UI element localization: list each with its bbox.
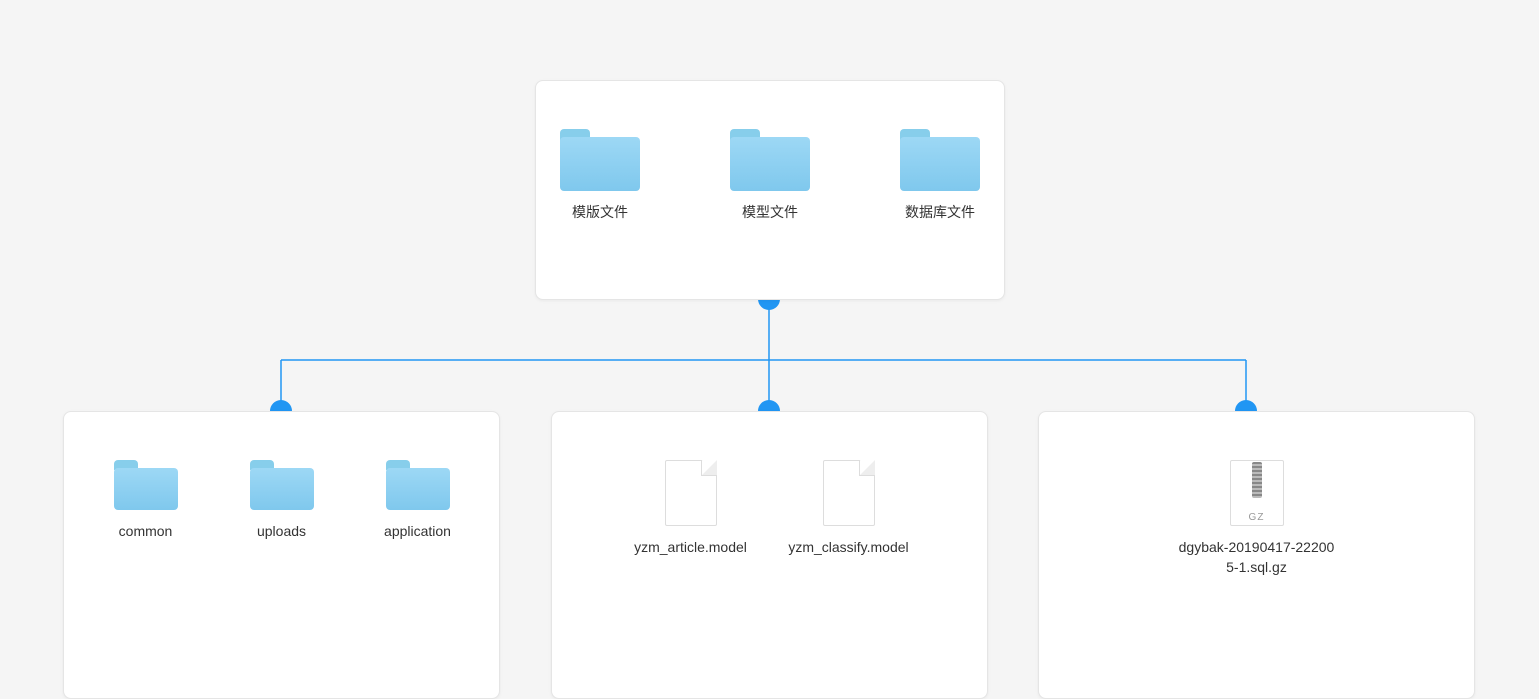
folder-item[interactable]: 模型文件 — [715, 129, 825, 223]
file-icon — [665, 460, 717, 526]
child-card-2: yzm_article.model yzm_classify.model — [551, 411, 988, 699]
folder-icon — [114, 460, 178, 510]
folder-icon — [386, 460, 450, 510]
folder-label: common — [119, 522, 173, 542]
file-item[interactable]: yzm_article.model — [626, 460, 756, 558]
child-row: GZ dgybak-20190417-222005-1.sql.gz — [1177, 460, 1337, 577]
folder-icon — [900, 129, 980, 191]
folder-item[interactable]: 模版文件 — [545, 129, 655, 223]
folder-label: 数据库文件 — [905, 203, 975, 223]
folder-label: uploads — [257, 522, 306, 542]
file-label: yzm_classify.model — [788, 538, 908, 558]
child-row: common uploads application — [101, 460, 463, 542]
file-item[interactable]: yzm_classify.model — [784, 460, 914, 558]
folder-item[interactable]: application — [373, 460, 463, 542]
folder-item[interactable]: uploads — [237, 460, 327, 542]
child-card-3: GZ dgybak-20190417-222005-1.sql.gz — [1038, 411, 1475, 699]
folder-label: application — [384, 522, 451, 542]
gz-archive-icon: GZ — [1230, 460, 1284, 526]
folder-item[interactable]: common — [101, 460, 191, 542]
child-card-1: common uploads application — [63, 411, 500, 699]
gz-ext-label: GZ — [1230, 512, 1284, 523]
folder-icon — [250, 460, 314, 510]
folder-icon — [730, 129, 810, 191]
folder-item[interactable]: 数据库文件 — [885, 129, 995, 223]
file-label: dgybak-20190417-222005-1.sql.gz — [1177, 538, 1337, 577]
child-row: yzm_article.model yzm_classify.model — [626, 460, 914, 558]
file-label: yzm_article.model — [634, 538, 747, 558]
root-card: 模版文件 模型文件 数据库文件 — [535, 80, 1005, 300]
file-item[interactable]: GZ dgybak-20190417-222005-1.sql.gz — [1177, 460, 1337, 577]
folder-label: 模版文件 — [572, 203, 628, 223]
folder-icon — [560, 129, 640, 191]
folder-label: 模型文件 — [742, 203, 798, 223]
file-icon — [823, 460, 875, 526]
root-row: 模版文件 模型文件 数据库文件 — [545, 129, 995, 223]
